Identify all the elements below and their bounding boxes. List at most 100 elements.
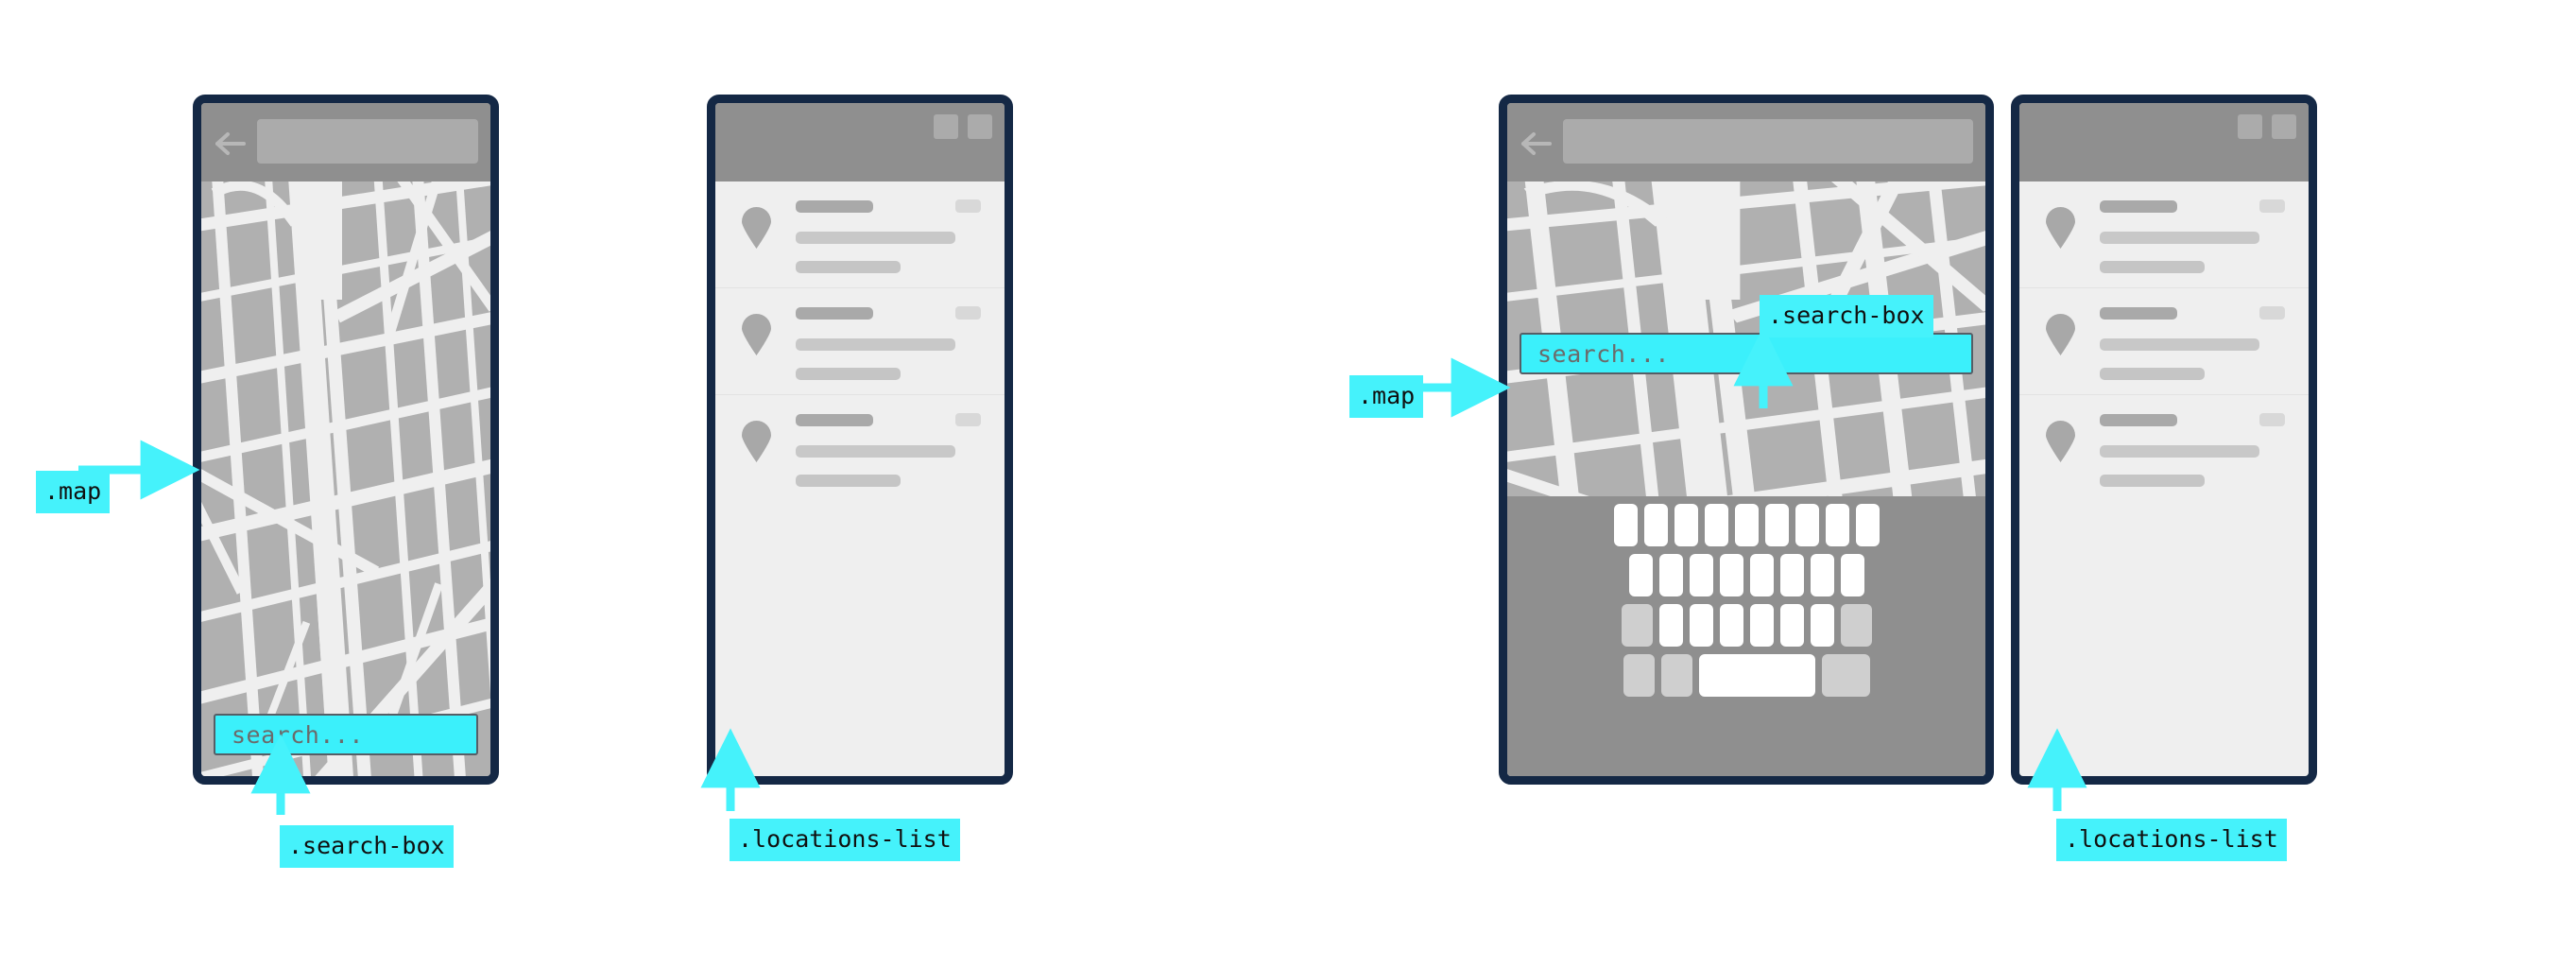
map-pin-icon — [2046, 314, 2075, 355]
keyboard-key[interactable] — [1779, 554, 1804, 596]
keyboard-key[interactable] — [1643, 504, 1668, 546]
locations-list-panel[interactable] — [2011, 95, 2317, 785]
map-pin-icon — [742, 207, 771, 249]
list-item-line-2 — [796, 368, 901, 380]
map-phone-screen: search... — [1507, 103, 1985, 776]
list-item[interactable] — [2019, 182, 2309, 288]
list-item-badge — [2259, 199, 2285, 213]
keyboard-key[interactable] — [1749, 604, 1774, 647]
map-canvas[interactable] — [201, 182, 490, 776]
locations-list-topbar — [2019, 103, 2309, 182]
search-input-placeholder: search... — [1537, 339, 1670, 368]
keyboard-space-key[interactable] — [1698, 654, 1815, 697]
keyboard-key[interactable] — [1689, 554, 1713, 596]
keyboard-key[interactable] — [1840, 554, 1864, 596]
keyboard-key[interactable] — [1674, 504, 1698, 546]
list-item-title — [2100, 307, 2177, 320]
map-pin-icon — [742, 314, 771, 355]
keyboard-key[interactable] — [1795, 504, 1819, 546]
keyboard-key[interactable] — [1810, 604, 1834, 647]
keyboard-key[interactable] — [1628, 554, 1653, 596]
list-item-title — [796, 307, 873, 320]
keyboard-key[interactable] — [1855, 504, 1880, 546]
list-item-badge — [955, 306, 981, 320]
keyboard-row-1 — [1513, 504, 1980, 546]
list-item-line-1 — [796, 338, 955, 351]
list-item-line-1 — [2100, 232, 2259, 244]
keyboard-key[interactable] — [1734, 504, 1759, 546]
keyboard-row-2 — [1513, 554, 1980, 596]
list-item[interactable] — [715, 288, 1005, 395]
list-item-badge — [955, 199, 981, 213]
list-item-line-2 — [796, 475, 901, 487]
keyboard-key[interactable] — [1825, 504, 1849, 546]
search-box[interactable]: search... — [1520, 333, 1973, 374]
keyboard-key[interactable] — [1689, 604, 1713, 647]
list-item[interactable] — [715, 395, 1005, 501]
list-item-title — [2100, 414, 2177, 426]
list-item-line-1 — [2100, 445, 2259, 458]
list-item-line-1 — [796, 445, 955, 458]
list-item[interactable] — [2019, 395, 2309, 501]
square-button-icon[interactable] — [968, 114, 992, 139]
annotation-label-search-box-left: .search-box — [280, 825, 454, 868]
locations-list-screen — [2019, 103, 2309, 776]
list-item-title — [796, 414, 873, 426]
keyboard-key[interactable] — [1764, 504, 1789, 546]
keyboard-key[interactable] — [1779, 604, 1804, 647]
annotation-label-locations-list-right: .locations-list — [2056, 819, 2287, 861]
locations-list-panel[interactable] — [707, 95, 1013, 785]
keyboard-key[interactable] — [1613, 504, 1638, 546]
map-topbar — [201, 103, 490, 182]
annotation-label-map-right: .map — [1349, 375, 1424, 418]
square-button-icon[interactable] — [2272, 114, 2296, 139]
list-item-line-2 — [2100, 368, 2205, 380]
locations-list-screen — [715, 103, 1005, 776]
list-item-line-2 — [2100, 475, 2205, 487]
map-phone-closed-keyboard[interactable]: search... — [193, 95, 499, 785]
map-streets-graphic — [201, 182, 490, 776]
locations-list-topbar — [715, 103, 1005, 182]
keyboard-emoji-key[interactable] — [1660, 654, 1692, 697]
keyboard-key[interactable] — [1658, 604, 1683, 647]
list-item-badge — [2259, 306, 2285, 320]
list-item[interactable] — [2019, 288, 2309, 395]
list-item-badge — [2259, 413, 2285, 426]
annotation-label-map-left: .map — [36, 471, 111, 513]
map-topbar — [1507, 103, 1985, 182]
keyboard-key[interactable] — [1719, 604, 1743, 647]
keyboard-key[interactable] — [1749, 554, 1774, 596]
back-arrow-icon[interactable] — [215, 131, 247, 156]
square-button-icon[interactable] — [2238, 114, 2262, 139]
list-item-title — [796, 200, 873, 213]
keyboard-key[interactable] — [1719, 554, 1743, 596]
keyboard-key[interactable] — [1704, 504, 1728, 546]
map-pin-icon — [742, 421, 771, 462]
annotation-label-locations-list-left: .locations-list — [730, 819, 960, 861]
keyboard-row-3 — [1513, 604, 1980, 647]
map-topbar-field[interactable] — [257, 119, 478, 164]
list-item-badge — [955, 413, 981, 426]
map-topbar-field[interactable] — [1563, 119, 1973, 164]
list-item-line-2 — [2100, 261, 2205, 273]
list-item-line-2 — [796, 261, 901, 273]
map-phone-open-keyboard[interactable]: search... — [1499, 95, 1994, 785]
keyboard-return-key[interactable] — [1821, 654, 1870, 697]
locations-list-body[interactable] — [2019, 182, 2309, 776]
list-item-title — [2100, 200, 2177, 213]
locations-list-body[interactable] — [715, 182, 1005, 776]
keyboard-shift-key[interactable] — [1621, 604, 1653, 647]
square-button-icon[interactable] — [934, 114, 958, 139]
keyboard-key[interactable] — [1810, 554, 1834, 596]
back-arrow-icon[interactable] — [1520, 131, 1553, 156]
annotation-label-search-box-right: .search-box — [1760, 295, 1933, 337]
map-pin-icon — [2046, 421, 2075, 462]
map-phone-screen: search... — [201, 103, 490, 776]
on-screen-keyboard[interactable] — [1507, 496, 1985, 776]
keyboard-row-4 — [1513, 654, 1980, 697]
search-box[interactable]: search... — [214, 714, 478, 755]
keyboard-key[interactable] — [1658, 554, 1683, 596]
list-item[interactable] — [715, 182, 1005, 288]
keyboard-numbers-key[interactable] — [1623, 654, 1655, 697]
keyboard-backspace-key[interactable] — [1840, 604, 1872, 647]
